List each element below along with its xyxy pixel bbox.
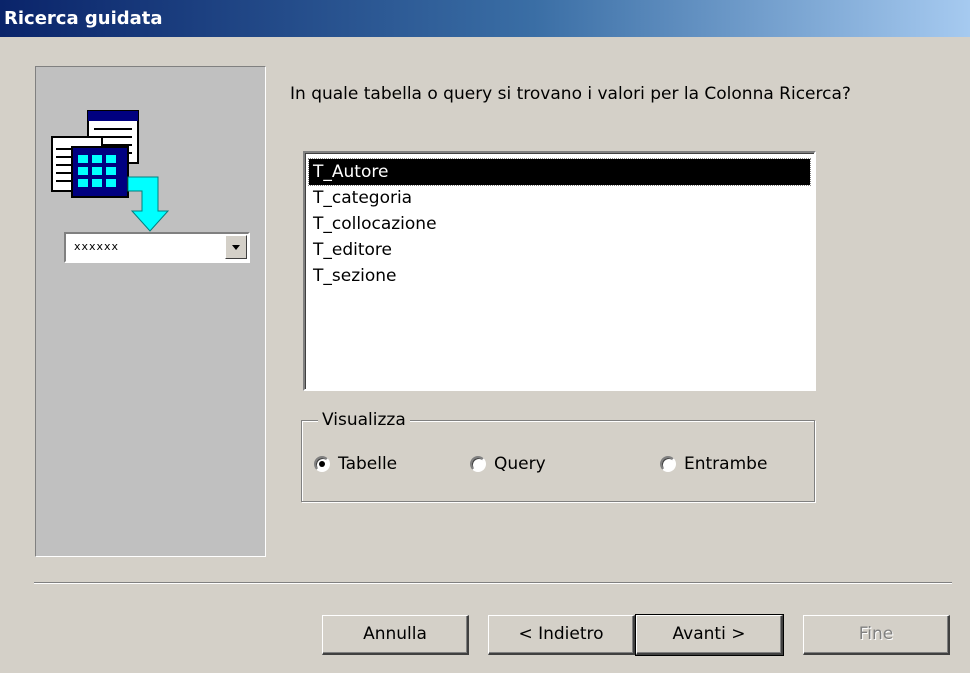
list-item[interactable]: T_categoria (309, 185, 810, 211)
cancel-button[interactable]: Annulla (322, 615, 469, 655)
sample-combo-box: xxxxxx (64, 232, 250, 263)
radio-tabelle-label: Tabelle (338, 454, 398, 474)
back-button[interactable]: < Indietro (488, 615, 635, 655)
finish-button: Fine (803, 615, 950, 655)
radio-tabelle[interactable]: Tabelle (314, 454, 397, 474)
radio-checked-icon[interactable] (314, 456, 330, 472)
separator (34, 582, 952, 584)
window-title: Ricerca guidata (4, 8, 163, 29)
title-bar[interactable]: Ricerca guidata (0, 0, 970, 37)
radio-unchecked-icon[interactable] (660, 456, 676, 472)
radio-query-label: Query (494, 454, 546, 474)
view-options-legend: Visualizza (318, 408, 410, 432)
next-button[interactable]: Avanti > (635, 614, 784, 656)
chevron-down-icon (225, 235, 247, 259)
list-item[interactable]: T_collocazione (309, 211, 810, 237)
view-options-group: Visualizza Tabelle Query Entrambe (301, 408, 815, 502)
radio-unchecked-icon[interactable] (470, 456, 486, 472)
tables-listbox[interactable]: T_Autore T_categoria T_collocazione T_ed… (303, 151, 816, 391)
radio-entrambe-label: Entrambe (684, 454, 768, 474)
wizard-illustration-panel: xxxxxx (35, 66, 266, 557)
radio-entrambe[interactable]: Entrambe (660, 454, 767, 474)
list-item[interactable]: T_editore (309, 237, 810, 263)
radio-query[interactable]: Query (470, 454, 546, 474)
list-item[interactable]: T_sezione (309, 263, 810, 289)
table-lookup-icon (51, 110, 170, 232)
sample-combo-text: xxxxxx (74, 240, 120, 253)
question-label: In quale tabella o query si trovano i va… (290, 84, 851, 104)
list-item[interactable]: T_Autore (308, 158, 811, 186)
